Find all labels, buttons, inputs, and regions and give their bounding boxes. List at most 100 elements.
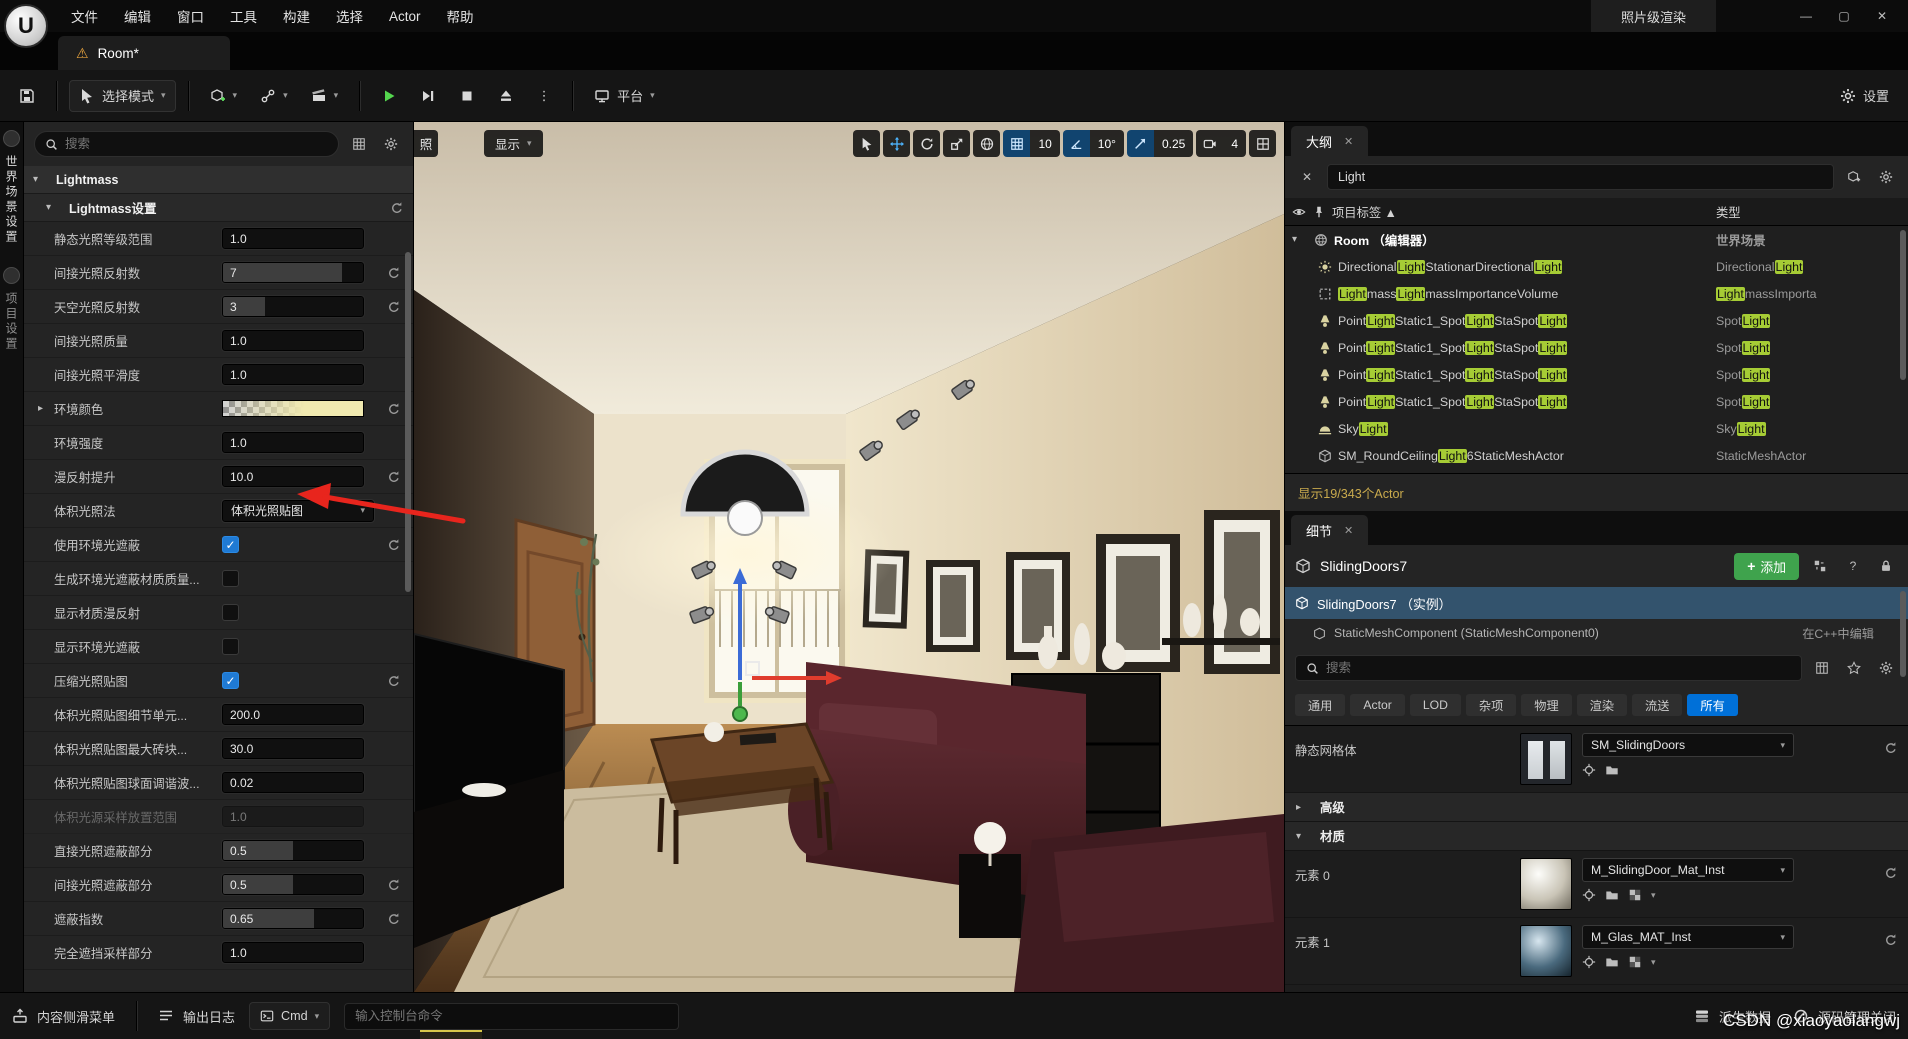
checkbox[interactable]: ✓ bbox=[222, 672, 239, 689]
details-tab[interactable]: 细节✕ bbox=[1291, 515, 1368, 545]
rotate-tool-button[interactable] bbox=[913, 130, 940, 157]
reset-icon[interactable] bbox=[387, 470, 401, 484]
outliner-row-7[interactable]: SkyLight SkyLight bbox=[1285, 415, 1908, 442]
filter-tab-2[interactable]: LOD bbox=[1410, 694, 1461, 716]
settings-dropdown[interactable]: 设置 bbox=[1831, 80, 1898, 112]
advanced-section-header[interactable]: ▸高级 bbox=[1285, 793, 1908, 822]
filter-tab-5[interactable]: 渲染 bbox=[1577, 694, 1627, 716]
frame-skip-button[interactable] bbox=[411, 80, 445, 112]
value-input[interactable]: 1.0 bbox=[222, 806, 364, 827]
details-scrollbar[interactable] bbox=[1900, 591, 1906, 677]
column-view-icon[interactable] bbox=[347, 132, 371, 156]
tab-project-settings[interactable]: 项目设置 bbox=[3, 292, 20, 352]
checkbox[interactable] bbox=[222, 570, 239, 587]
scale-snap-control[interactable]: 0.25 bbox=[1127, 130, 1193, 157]
value-input[interactable]: 1.0 bbox=[222, 228, 364, 249]
use-selected-icon[interactable] bbox=[1582, 888, 1596, 902]
material-thumbnail[interactable] bbox=[1520, 925, 1572, 977]
show-flags-dropdown[interactable]: 显示▾ bbox=[484, 130, 543, 157]
use-selected-icon[interactable] bbox=[1582, 955, 1596, 969]
close-button[interactable]: ✕ bbox=[1864, 3, 1900, 29]
color-swatch[interactable] bbox=[222, 400, 364, 417]
lock-icon[interactable] bbox=[1874, 554, 1898, 578]
checker-icon[interactable] bbox=[1628, 955, 1642, 969]
column-type[interactable]: 类型 bbox=[1716, 203, 1901, 221]
favorites-star-icon[interactable] bbox=[1842, 656, 1866, 680]
grid-snap-control[interactable]: 10 bbox=[1003, 130, 1059, 157]
section-lightmass-settings[interactable]: ▾Lightmass设置 bbox=[24, 194, 413, 222]
browse-to-asset-icon[interactable] bbox=[1605, 888, 1619, 902]
select-mode-dropdown[interactable]: 选择模式 ▾ bbox=[69, 80, 176, 112]
browse-to-asset-icon[interactable] bbox=[1605, 955, 1619, 969]
outliner-row-2[interactable]: LightmassLightmassImportanceVolume Light… bbox=[1285, 280, 1908, 307]
use-selected-icon[interactable] bbox=[1582, 763, 1596, 777]
camera-speed-value[interactable]: 4 bbox=[1223, 130, 1246, 157]
filter-tab-6[interactable]: 流送 bbox=[1632, 694, 1682, 716]
value-input[interactable]: 30.0 bbox=[222, 738, 364, 759]
reset-icon[interactable] bbox=[390, 201, 404, 215]
reset-icon[interactable] bbox=[1884, 866, 1898, 880]
filter-tab-3[interactable]: 杂项 bbox=[1466, 694, 1516, 716]
value-input[interactable]: 1.0 bbox=[222, 942, 364, 963]
clear-search-icon[interactable]: ✕ bbox=[1295, 165, 1319, 189]
maximize-viewport-button[interactable] bbox=[1249, 130, 1276, 157]
filter-tab-0[interactable]: 通用 bbox=[1295, 694, 1345, 716]
checkbox[interactable] bbox=[222, 604, 239, 621]
details-search-field[interactable] bbox=[1295, 655, 1802, 681]
details-settings-gear-icon[interactable] bbox=[1874, 656, 1898, 680]
quick-add-dropdown[interactable]: ▾ bbox=[201, 80, 247, 112]
browse-to-asset-icon[interactable] bbox=[1605, 763, 1619, 777]
column-view-icon[interactable] bbox=[1810, 656, 1834, 680]
maximize-button[interactable]: ▢ bbox=[1826, 3, 1862, 29]
level-viewport[interactable]: 照 显示▾ 10 10° 0.25 bbox=[414, 122, 1284, 992]
scale-tool-button[interactable] bbox=[943, 130, 970, 157]
menu-item-1[interactable]: 编辑 bbox=[111, 0, 164, 32]
static-mesh-dropdown[interactable]: SM_SlidingDoors▾ bbox=[1582, 733, 1794, 757]
reset-icon[interactable] bbox=[387, 538, 401, 552]
project-settings-tab-icon[interactable] bbox=[3, 267, 20, 284]
material-dropdown[interactable]: M_SlidingDoor_Mat_Inst▾ bbox=[1582, 858, 1794, 882]
content-drawer-button[interactable]: 内容侧滑菜单 bbox=[12, 1007, 115, 1026]
settings-search-input[interactable] bbox=[65, 137, 328, 151]
menu-item-2[interactable]: 窗口 bbox=[164, 0, 217, 32]
convert-icon[interactable] bbox=[1808, 554, 1832, 578]
outliner-search-field[interactable] bbox=[1327, 164, 1834, 190]
checkbox[interactable]: ✓ bbox=[222, 536, 239, 553]
output-log-button[interactable]: 输出日志 bbox=[158, 1007, 235, 1026]
save-button[interactable] bbox=[10, 80, 44, 112]
outliner-row-3[interactable]: PointLightStatic1_SpotLightStaSpotLight … bbox=[1285, 307, 1908, 334]
reset-icon[interactable] bbox=[387, 674, 401, 688]
play-options-kebab[interactable]: ⋮ bbox=[528, 80, 560, 112]
menu-item-7[interactable]: 帮助 bbox=[434, 0, 487, 32]
lit-mode-button-clipped[interactable]: 照 bbox=[414, 130, 438, 157]
outliner-row-5[interactable]: PointLightStatic1_SpotLightStaSpotLight … bbox=[1285, 361, 1908, 388]
outliner-row-8[interactable]: SM_RoundCeilingLight6StaticMeshActor Sta… bbox=[1285, 442, 1908, 469]
settings-scrollbar[interactable] bbox=[405, 252, 411, 592]
outliner-tab[interactable]: 大纲✕ bbox=[1291, 126, 1368, 156]
add-component-button[interactable]: +添加 bbox=[1734, 553, 1799, 580]
value-input[interactable]: 1.0 bbox=[222, 432, 364, 453]
value-input[interactable]: 10.0 bbox=[222, 466, 364, 487]
outliner-row-6[interactable]: PointLightStatic1_SpotLightStaSpotLight … bbox=[1285, 388, 1908, 415]
value-slider[interactable]: 3 bbox=[222, 296, 364, 317]
menu-item-4[interactable]: 构建 bbox=[270, 0, 323, 32]
rotation-snap-control[interactable]: 10° bbox=[1063, 130, 1124, 157]
world-local-toggle-button[interactable] bbox=[973, 130, 1000, 157]
close-icon[interactable]: ✕ bbox=[1344, 135, 1353, 148]
grid-snap-value[interactable]: 10 bbox=[1030, 130, 1059, 157]
component-row[interactable]: StaticMeshComponent (StaticMeshComponent… bbox=[1285, 619, 1908, 647]
outliner-settings-gear-icon[interactable] bbox=[1874, 165, 1898, 189]
outliner-row-1[interactable]: DirectionalLightStationarDirectionalLigh… bbox=[1285, 253, 1908, 280]
material-dropdown[interactable]: M_Glas_MAT_Inst▾ bbox=[1582, 925, 1794, 949]
eye-icon[interactable] bbox=[1292, 205, 1306, 219]
cmd-dropdown[interactable]: Cmd▾ bbox=[249, 1002, 330, 1030]
close-icon[interactable]: ✕ bbox=[1344, 524, 1353, 537]
minimize-button[interactable]: — bbox=[1788, 3, 1824, 29]
reset-icon[interactable] bbox=[387, 878, 401, 892]
reset-icon[interactable] bbox=[387, 266, 401, 280]
menu-item-5[interactable]: 选择 bbox=[323, 0, 376, 32]
value-slider[interactable]: 0.65 bbox=[222, 908, 364, 929]
reset-icon[interactable] bbox=[387, 300, 401, 314]
chevron-down-icon[interactable]: ▾ bbox=[1651, 890, 1656, 901]
play-button[interactable] bbox=[372, 80, 406, 112]
